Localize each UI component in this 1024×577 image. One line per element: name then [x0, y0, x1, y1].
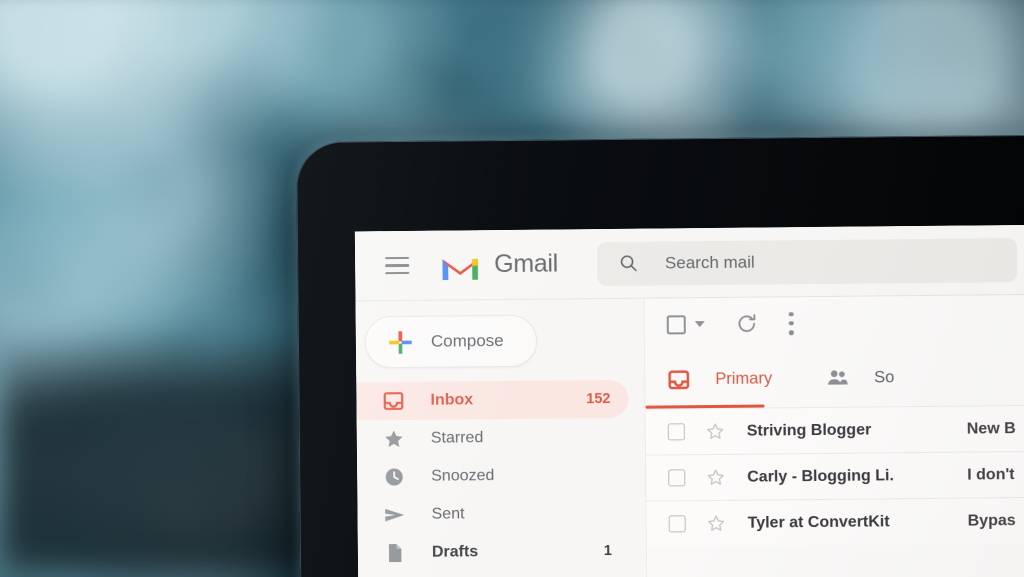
tab-label-social: So — [874, 367, 895, 386]
row-subject: Bypas — [967, 511, 1016, 530]
search-placeholder: Search mail — [664, 252, 755, 272]
clock-icon — [385, 468, 403, 486]
row-checkbox[interactable] — [667, 423, 685, 441]
sidebar-item-snoozed[interactable]: Snoozed — [357, 456, 629, 497]
mail-list-pane: Primary So Striving Blogger New B Carly … — [643, 294, 1024, 577]
sidebar-item-starred[interactable]: Starred — [357, 418, 629, 459]
refresh-icon[interactable] — [736, 313, 758, 335]
row-checkbox[interactable] — [668, 515, 686, 533]
mail-list: Striving Blogger New B Carly - Blogging … — [645, 404, 1024, 547]
sidebar-label-drafts: Drafts — [431, 543, 479, 561]
laptop-bezel: Gmail Search mail Compose Inbox 152 Star… — [296, 134, 1024, 577]
send-icon — [385, 508, 405, 522]
sidebar-item-drafts[interactable]: Drafts 1 — [358, 532, 630, 573]
row-sender: Striving Blogger — [746, 420, 872, 440]
inbox-icon — [383, 392, 404, 411]
row-sender: Tyler at ConvertKit — [747, 512, 890, 532]
sidebar-nav-list: Inbox 152 Starred Snoozed Sent Drafts 1 — [356, 379, 646, 573]
sidebar-count-drafts: 1 — [603, 542, 613, 560]
sidebar-item-inbox[interactable]: Inbox 152 — [356, 379, 629, 421]
laptop-screen: Gmail Search mail Compose Inbox 152 Star… — [354, 224, 1024, 577]
gmail-header: Gmail Search mail — [354, 224, 1024, 302]
row-subject: New B — [966, 419, 1016, 438]
sidebar-item-sent[interactable]: Sent — [357, 494, 629, 535]
sidebar-count-inbox: 152 — [586, 390, 611, 408]
inbox-tabs: Primary So — [645, 347, 1024, 409]
search-input[interactable]: Search mail — [596, 237, 1018, 286]
inbox-icon — [668, 369, 690, 389]
sidebar-label-snoozed: Snoozed — [431, 467, 495, 485]
star-icon[interactable] — [706, 468, 725, 487]
sidebar: Compose Inbox 152 Starred Snoozed Sent D… — [355, 298, 647, 577]
tab-label-primary: Primary — [715, 368, 773, 388]
hamburger-menu-icon[interactable] — [385, 256, 410, 275]
table-row[interactable]: Carly - Blogging Li. I don't — [646, 450, 1024, 501]
sidebar-label-sent: Sent — [431, 505, 465, 523]
gmail-m-logo — [442, 258, 478, 280]
star-icon[interactable] — [706, 422, 725, 441]
chevron-down-icon[interactable] — [694, 321, 705, 328]
row-subject: I don't — [967, 465, 1015, 484]
plus-icon — [389, 330, 412, 354]
table-row[interactable]: Striving Blogger New B — [645, 404, 1024, 455]
star-icon — [385, 430, 403, 448]
draft-icon — [388, 544, 402, 563]
sidebar-label-inbox: Inbox — [430, 391, 474, 409]
mail-toolbar — [645, 295, 1024, 351]
search-icon — [620, 255, 637, 272]
select-all-checkbox[interactable] — [666, 314, 686, 334]
compose-label: Compose — [430, 331, 504, 351]
compose-button[interactable]: Compose — [364, 314, 538, 369]
tab-primary[interactable]: Primary — [645, 349, 772, 408]
star-icon[interactable] — [707, 514, 726, 533]
table-row[interactable]: Tyler at ConvertKit Bypas — [646, 496, 1024, 547]
more-vertical-icon[interactable] — [789, 311, 794, 335]
sidebar-label-starred: Starred — [430, 429, 484, 447]
row-sender: Carly - Blogging Li. — [747, 466, 894, 486]
gmail-wordmark: Gmail — [494, 249, 559, 279]
tab-social[interactable]: So — [772, 348, 895, 407]
people-icon — [827, 369, 848, 385]
row-checkbox[interactable] — [668, 469, 686, 487]
